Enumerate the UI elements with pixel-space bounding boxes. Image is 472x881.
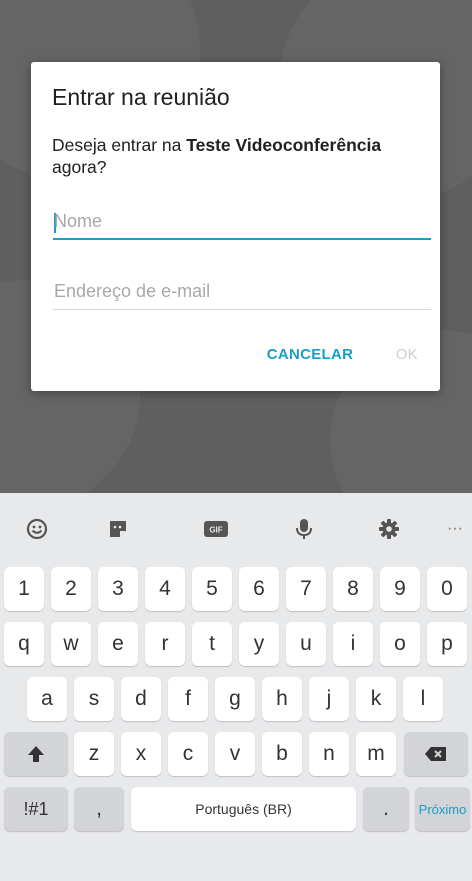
key-l[interactable]: l bbox=[403, 677, 443, 721]
meeting-name: Teste Videoconferência bbox=[186, 135, 382, 155]
sticker-icon[interactable] bbox=[104, 515, 132, 543]
dialog-title: Entrar na reunião bbox=[52, 84, 230, 110]
key-h[interactable]: h bbox=[262, 677, 302, 721]
key-u[interactable]: u bbox=[286, 622, 326, 666]
dialog-message: Deseja entrar na Teste Videoconferência … bbox=[52, 134, 432, 178]
key-i[interactable]: i bbox=[333, 622, 373, 666]
name-underline bbox=[53, 238, 431, 240]
key-9[interactable]: 9 bbox=[380, 567, 420, 611]
key-b[interactable]: b bbox=[262, 732, 302, 776]
space-key[interactable]: Português (BR) bbox=[131, 787, 356, 831]
keyboard-toolbar: GIF ··· bbox=[0, 493, 472, 561]
key-e[interactable]: e bbox=[98, 622, 138, 666]
key-p[interactable]: p bbox=[427, 622, 467, 666]
key-4[interactable]: 4 bbox=[145, 567, 185, 611]
gif-icon[interactable]: GIF bbox=[202, 515, 230, 543]
gif-label: GIF bbox=[209, 526, 222, 535]
cancel-button[interactable]: CANCELAR bbox=[267, 346, 354, 363]
key-g[interactable]: g bbox=[215, 677, 255, 721]
period-key[interactable]: . bbox=[363, 787, 409, 831]
key-t[interactable]: t bbox=[192, 622, 232, 666]
key-y[interactable]: y bbox=[239, 622, 279, 666]
key-f[interactable]: f bbox=[168, 677, 208, 721]
key-k[interactable]: k bbox=[356, 677, 396, 721]
key-8[interactable]: 8 bbox=[333, 567, 373, 611]
name-field[interactable]: Nome bbox=[53, 200, 431, 240]
ok-button[interactable]: OK bbox=[396, 346, 418, 363]
symbols-key[interactable]: !#1 bbox=[4, 787, 68, 831]
key-v[interactable]: v bbox=[215, 732, 255, 776]
settings-icon[interactable] bbox=[375, 515, 403, 543]
key-d[interactable]: d bbox=[121, 677, 161, 721]
message-prefix: Deseja entrar na bbox=[52, 135, 187, 155]
backspace-icon bbox=[425, 747, 446, 761]
keyboard: GIF ··· 1 2 3 4 5 6 7 8 9 0 q w e r t y … bbox=[0, 493, 472, 881]
next-key[interactable]: Próximo bbox=[415, 787, 470, 831]
email-placeholder: Endereço de e-mail bbox=[54, 281, 211, 301]
key-a[interactable]: a bbox=[27, 677, 67, 721]
name-placeholder: Nome bbox=[54, 211, 103, 231]
email-underline bbox=[53, 309, 431, 310]
key-1[interactable]: 1 bbox=[4, 567, 44, 611]
key-w[interactable]: w bbox=[51, 622, 91, 666]
key-s[interactable]: s bbox=[74, 677, 114, 721]
message-suffix: agora? bbox=[52, 157, 107, 177]
key-5[interactable]: 5 bbox=[192, 567, 232, 611]
key-x[interactable]: x bbox=[121, 732, 161, 776]
email-field[interactable]: Endereço de e-mail bbox=[53, 270, 431, 310]
key-6[interactable]: 6 bbox=[239, 567, 279, 611]
key-2[interactable]: 2 bbox=[51, 567, 91, 611]
key-j[interactable]: j bbox=[309, 677, 349, 721]
more-icon[interactable]: ··· bbox=[440, 515, 470, 543]
comma-key[interactable]: , bbox=[74, 787, 124, 831]
dialog-buttons: CANCELAR OK bbox=[229, 346, 418, 363]
key-z[interactable]: z bbox=[74, 732, 114, 776]
key-7[interactable]: 7 bbox=[286, 567, 326, 611]
shift-arrow-icon bbox=[28, 746, 44, 762]
key-q[interactable]: q bbox=[4, 622, 44, 666]
key-3[interactable]: 3 bbox=[98, 567, 138, 611]
microphone-icon[interactable] bbox=[290, 515, 318, 543]
emoji-icon[interactable] bbox=[23, 515, 51, 543]
backspace-key[interactable] bbox=[404, 732, 468, 776]
key-c[interactable]: c bbox=[168, 732, 208, 776]
key-n[interactable]: n bbox=[309, 732, 349, 776]
join-meeting-dialog: Entrar na reunião Deseja entrar na Teste… bbox=[31, 62, 440, 391]
key-r[interactable]: r bbox=[145, 622, 185, 666]
key-o[interactable]: o bbox=[380, 622, 420, 666]
key-m[interactable]: m bbox=[356, 732, 396, 776]
key-0[interactable]: 0 bbox=[427, 567, 467, 611]
shift-key[interactable] bbox=[4, 732, 68, 776]
